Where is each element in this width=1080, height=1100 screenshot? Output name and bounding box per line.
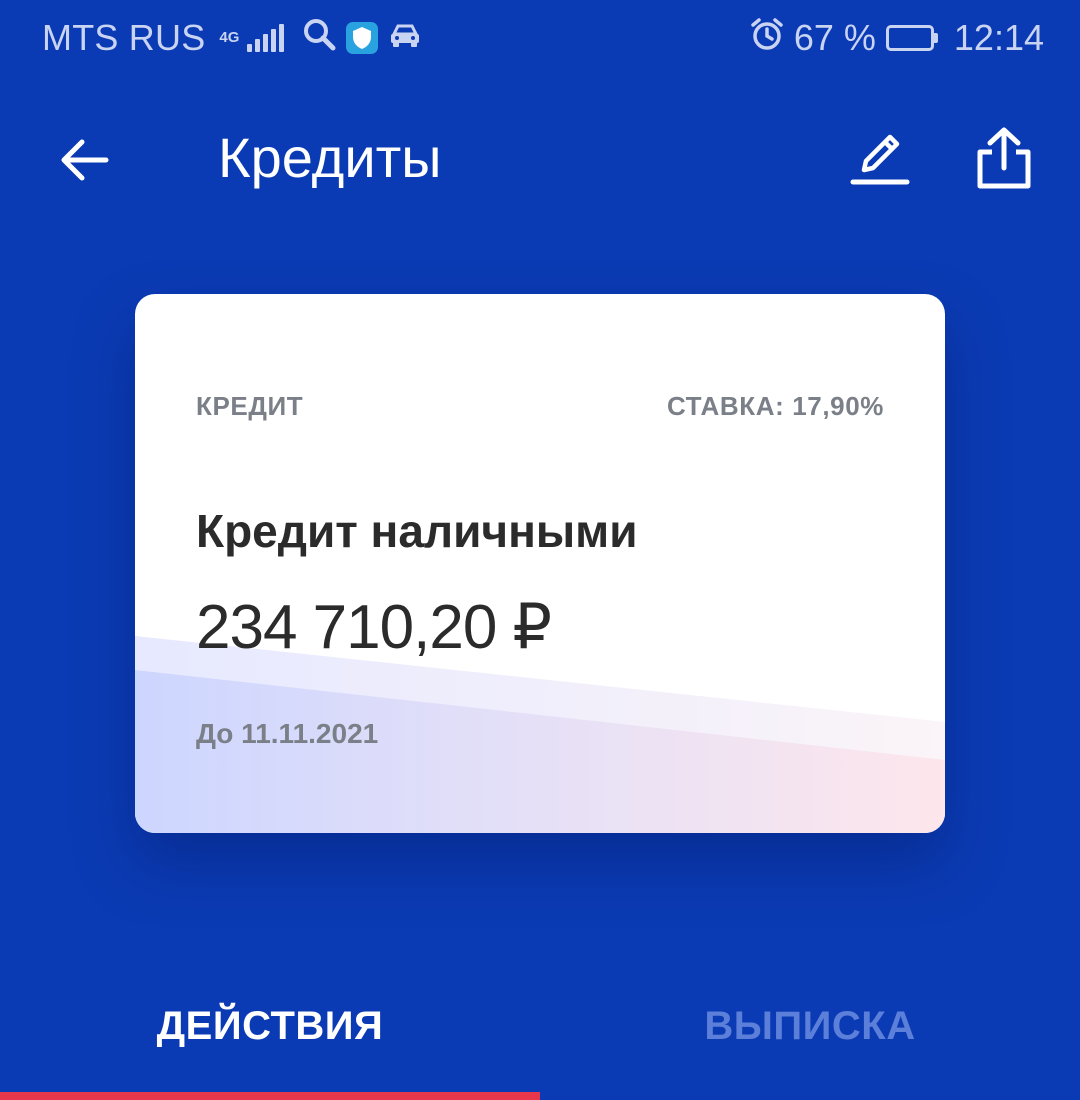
active-tab-indicator <box>0 1092 540 1100</box>
status-right: 67 % 12:14 <box>750 17 1044 60</box>
signal-icon <box>247 24 285 52</box>
battery-percent: 67 % <box>793 17 876 58</box>
loan-due-date: До 11.11.2021 <box>196 718 379 749</box>
carrier-name: MTS RUS <box>42 17 206 58</box>
alarm-icon <box>750 17 784 60</box>
app-bar: Кредиты <box>0 100 1080 220</box>
share-icon <box>977 127 1031 189</box>
loan-card[interactable]: КРЕДИТ СТАВКА: 17,90% Кредит наличными 2… <box>135 294 945 833</box>
page-title: Кредиты <box>218 126 442 189</box>
card-rate-label: СТАВКА: 17,90% <box>666 391 884 421</box>
car-icon <box>388 17 424 59</box>
share-button[interactable] <box>968 120 1040 196</box>
loan-amount: 234 710,20 ₽ <box>196 593 552 662</box>
battery-icon <box>885 25 938 51</box>
loan-name: Кредит наличными <box>196 505 638 557</box>
status-left: MTS RUS 4G <box>42 17 424 60</box>
tab-actions-label: ДЕЙСТВИЯ <box>156 1004 384 1048</box>
network-type: 4G <box>219 29 240 46</box>
tab-statement-label: ВЫПИСКА <box>704 1004 916 1048</box>
pencil-icon <box>850 134 910 185</box>
shield-app-icon <box>346 22 379 54</box>
tab-statement[interactable]: ВЫПИСКА <box>540 980 1080 1100</box>
status-bar: MTS RUS 4G 67 % 12:14 <box>0 0 1080 76</box>
clock: 12:14 <box>953 17 1044 58</box>
card-wave-decoration <box>135 636 945 833</box>
back-arrow-icon <box>61 139 109 181</box>
edit-button[interactable] <box>846 124 914 192</box>
tab-actions[interactable]: ДЕЙСТВИЯ <box>0 980 540 1100</box>
tab-bar: ДЕЙСТВИЯ ВЫПИСКА <box>0 980 1080 1100</box>
card-type-label: КРЕДИТ <box>196 391 304 421</box>
search-icon <box>302 17 336 60</box>
back-button[interactable] <box>52 128 116 192</box>
